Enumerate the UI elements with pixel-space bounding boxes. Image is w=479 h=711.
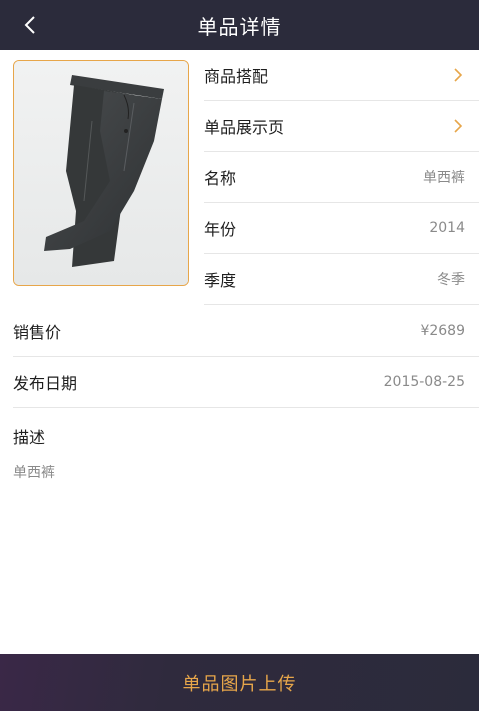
- chevron-left-icon: [24, 16, 35, 34]
- row-label-matching: 商品搭配: [204, 67, 269, 86]
- upload-image-button[interactable]: 单品图片上传: [0, 654, 479, 711]
- back-button[interactable]: [14, 9, 46, 41]
- product-image[interactable]: [13, 60, 189, 286]
- row-label-showcase: 单品展示页: [204, 118, 285, 137]
- page-title: 单品详情: [197, 14, 282, 39]
- row-release-date: 发布日期 2015-08-25: [13, 357, 479, 408]
- row-value-name: 单西裤: [423, 170, 465, 186]
- row-label-release-date: 发布日期: [13, 374, 78, 393]
- row-label-year: 年份: [204, 220, 237, 239]
- row-value-season: 冬季: [437, 272, 465, 288]
- top-nav-bar: 单品详情: [0, 0, 479, 50]
- upload-image-label: 单品图片上传: [182, 673, 297, 695]
- row-label-name: 名称: [204, 169, 237, 188]
- description-label: 描述: [13, 428, 46, 447]
- row-year: 年份 2014: [204, 203, 479, 254]
- row-value-price: ¥2689: [420, 323, 465, 339]
- chevron-right-icon: [451, 117, 465, 135]
- row-value-release-date: 2015-08-25: [383, 374, 465, 390]
- row-price: 销售价 ¥2689: [13, 306, 479, 357]
- row-name: 名称 单西裤: [204, 152, 479, 203]
- row-showcase[interactable]: 单品展示页: [204, 101, 479, 152]
- trousers-illustration: [14, 61, 188, 285]
- row-value-year: 2014: [429, 220, 465, 236]
- row-label-price: 销售价: [13, 323, 62, 342]
- row-matching[interactable]: 商品搭配: [204, 50, 479, 101]
- row-season: 季度 冬季: [204, 254, 479, 305]
- description-text: 单西裤: [13, 465, 55, 481]
- row-label-season: 季度: [204, 271, 237, 290]
- chevron-right-icon: [451, 66, 465, 84]
